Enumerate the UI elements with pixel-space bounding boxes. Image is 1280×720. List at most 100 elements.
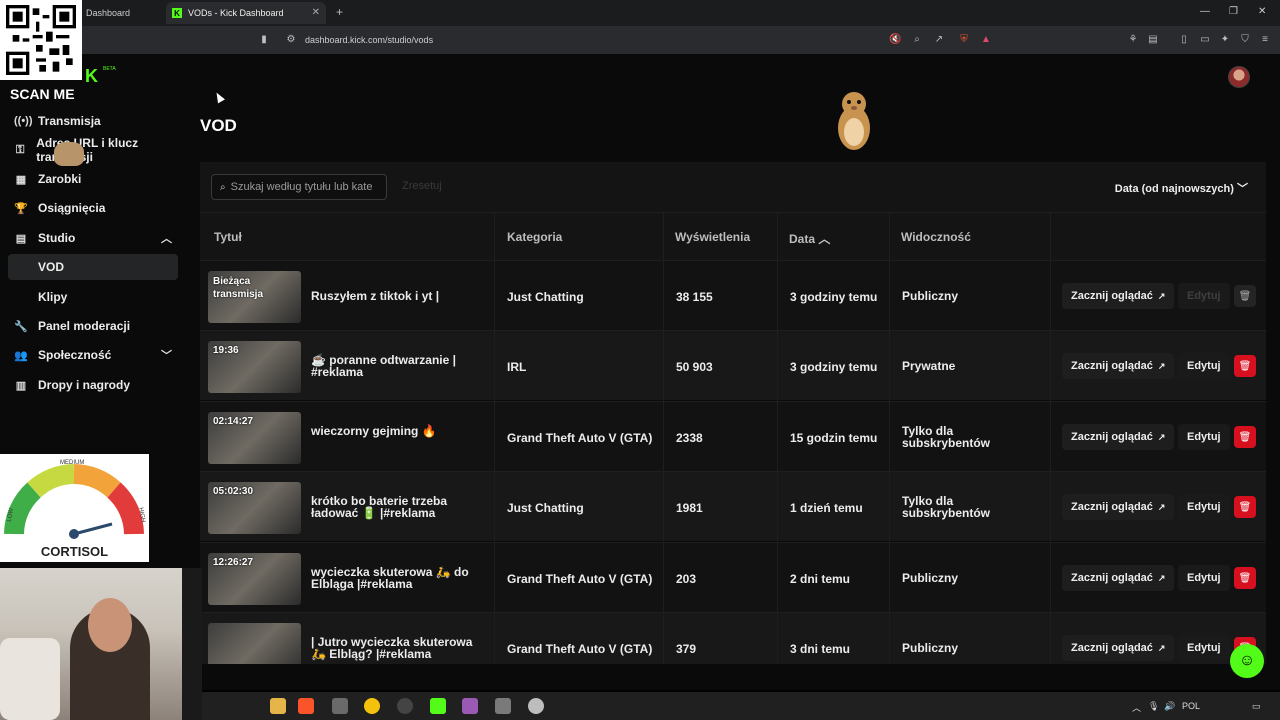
- edit-button[interactable]: Edytuj: [1178, 424, 1230, 450]
- watch-label: Zacznij oglądać: [1071, 360, 1153, 372]
- delete-button[interactable]: 🗑: [1234, 355, 1256, 377]
- wallet-browser-icon[interactable]: ▭: [1199, 34, 1211, 46]
- watch-label: Zacznij oglądać: [1071, 501, 1153, 513]
- tab-vods[interactable]: K VODs - Kick Dashboard ✕: [166, 2, 326, 24]
- header-views[interactable]: Wyświetlenia: [675, 230, 750, 244]
- delete-button[interactable]: 🗑: [1234, 426, 1256, 448]
- vod-thumbnail[interactable]: 05:02:30: [208, 482, 301, 534]
- reset-button[interactable]: Zresetuj: [402, 180, 442, 192]
- table-row: 05:02:30 krótko bo baterie trzeba ładowa…: [200, 471, 1266, 541]
- delete-button[interactable]: 🗑: [1234, 496, 1256, 518]
- watch-label: Zacznij oglądać: [1071, 431, 1153, 443]
- sidebar-item-vod[interactable]: VOD: [8, 254, 178, 280]
- brave-shield-icon[interactable]: ⛨: [958, 34, 970, 46]
- vod-thumbnail[interactable]: 12:26:27: [208, 553, 301, 605]
- webcam-edge: [182, 568, 202, 720]
- external-link-icon: ↗: [1157, 360, 1166, 371]
- vod-category[interactable]: Grand Theft Auto V (GTA): [507, 572, 652, 586]
- watch-button[interactable]: Zacznij oglądać ↗: [1062, 283, 1175, 309]
- vpn-icon[interactable]: ⛉: [1239, 34, 1251, 46]
- tray-chevron-icon[interactable]: ︿: [1132, 701, 1141, 714]
- microphone-icon[interactable]: 🎙: [1148, 701, 1159, 712]
- delete-button[interactable]: 🗑: [1234, 285, 1256, 307]
- app-icon[interactable]: [462, 698, 478, 714]
- sidebar-item-transmisja[interactable]: ((•)) Transmisja: [8, 108, 178, 134]
- chevron-down-icon: ﹀: [1237, 183, 1248, 195]
- edit-button[interactable]: Edytuj: [1178, 635, 1230, 661]
- close-window-icon[interactable]: ✕: [1258, 6, 1266, 17]
- tab-dashboard[interactable]: Dashboard: [80, 2, 165, 24]
- share-icon[interactable]: ↗: [933, 34, 945, 46]
- restore-icon[interactable]: ❐: [1229, 6, 1238, 17]
- watch-button[interactable]: Zacznij oglądać ↗: [1062, 565, 1175, 591]
- vod-thumbnail[interactable]: [208, 623, 301, 664]
- sidebar-item-studio[interactable]: ▤ Studio ︿: [8, 225, 178, 251]
- extensions-icon[interactable]: ⚘: [1127, 34, 1139, 46]
- vod-thumbnail[interactable]: 02:14:27: [208, 412, 301, 464]
- watch-button[interactable]: Zacznij oglądać ↗: [1062, 494, 1175, 520]
- vod-category[interactable]: IRL: [507, 360, 526, 374]
- chat-support-icon[interactable]: ☺: [1230, 644, 1264, 678]
- edit-button[interactable]: Edytuj: [1178, 283, 1230, 309]
- sidebar-item-zarobki[interactable]: ▦ Zarobki: [8, 166, 178, 192]
- app-icon[interactable]: [495, 698, 511, 714]
- live-badge: Bieżąca transmisja: [213, 276, 264, 300]
- app-icon[interactable]: [528, 698, 544, 714]
- trash-icon: 🗑: [1238, 290, 1252, 302]
- sidebar-item-dropy-nagrody[interactable]: ▥ Dropy i nagrody: [8, 372, 178, 398]
- volume-icon[interactable]: 🔊: [1164, 701, 1175, 712]
- header-visibility[interactable]: Widoczność: [901, 230, 971, 244]
- app-icon[interactable]: [332, 698, 348, 714]
- kick-logo[interactable]: K: [85, 66, 98, 87]
- header-date[interactable]: Data ︿: [789, 230, 830, 247]
- sidebar-item-panel-moderacji[interactable]: 🔧 Panel moderacji: [8, 313, 178, 339]
- edit-button[interactable]: Edytuj: [1178, 494, 1230, 520]
- vod-visibility: Publiczny: [902, 641, 959, 655]
- file-explorer-icon[interactable]: [270, 698, 286, 714]
- user-avatar[interactable]: [1228, 66, 1250, 88]
- edit-button[interactable]: Edytuj: [1178, 353, 1230, 379]
- chrome-icon[interactable]: [364, 698, 380, 714]
- sort-dropdown[interactable]: Data (od najnowszych) ﹀: [1115, 180, 1248, 196]
- header-title[interactable]: Tytuł: [214, 230, 242, 244]
- tabs-icon[interactable]: ▤: [1147, 34, 1159, 46]
- site-info-icon[interactable]: ⚙: [285, 34, 297, 46]
- zoom-icon[interactable]: ⌕: [911, 34, 923, 46]
- vod-category[interactable]: Grand Theft Auto V (GTA): [507, 642, 652, 656]
- notification-icon[interactable]: ▭: [1252, 701, 1261, 712]
- table-row: 12:26:27 wycieczka skuterowa 🛵 do Elbląg…: [200, 542, 1266, 612]
- minimize-icon[interactable]: —: [1200, 6, 1210, 17]
- menu-icon[interactable]: ≡: [1259, 34, 1271, 46]
- watch-button[interactable]: Zacznij oglądać ↗: [1062, 353, 1175, 379]
- close-tab-icon[interactable]: ✕: [312, 7, 320, 18]
- vod-category[interactable]: Grand Theft Auto V (GTA): [507, 431, 652, 445]
- vod-views: 38 155: [676, 290, 713, 304]
- vod-category[interactable]: Just Chatting: [507, 501, 584, 515]
- vod-thumbnail[interactable]: 19:36: [208, 341, 301, 393]
- sidebar-item-stream-url-key[interactable]: ⚿ Adres URL i klucz transmisji: [8, 136, 178, 164]
- watch-button[interactable]: Zacznij oglądać ↗: [1062, 424, 1175, 450]
- delete-button[interactable]: 🗑: [1234, 567, 1256, 589]
- new-tab-icon[interactable]: +: [336, 5, 343, 19]
- brave-browser-icon[interactable]: [298, 698, 314, 714]
- header-category[interactable]: Kategoria: [507, 230, 562, 244]
- mute-icon[interactable]: 🔇: [889, 34, 901, 46]
- url-field[interactable]: dashboard.kick.com/studio/vods: [305, 35, 433, 45]
- sidebar-toggle-icon[interactable]: ▯: [1178, 34, 1190, 46]
- sidebar-item-spolecznosc[interactable]: 👥 Społeczność ﹀: [8, 342, 178, 368]
- leo-icon[interactable]: ✦: [1219, 34, 1231, 46]
- search-input[interactable]: ⌕ Szukaj według tytułu lub kate: [211, 174, 387, 200]
- kick-app-icon[interactable]: [430, 698, 446, 714]
- bookmark-icon[interactable]: ▮: [258, 34, 270, 46]
- table-row: 02:14:27 wieczorny gejming 🔥 Grand Theft…: [200, 401, 1266, 471]
- edit-button[interactable]: Edytuj: [1178, 565, 1230, 591]
- obs-icon[interactable]: [397, 698, 413, 714]
- sidebar-item-osiagniecia[interactable]: 🏆 Osiągnięcia: [8, 195, 178, 221]
- vod-thumbnail[interactable]: Bieżąca transmisja: [208, 271, 301, 323]
- language-indicator[interactable]: POL: [1182, 701, 1200, 711]
- watch-button[interactable]: Zacznij oglądać ↗: [1062, 635, 1175, 661]
- webcam-head: [88, 598, 132, 652]
- brave-rewards-icon[interactable]: ▲: [980, 34, 992, 46]
- vod-category[interactable]: Just Chatting: [507, 290, 584, 304]
- sidebar-item-klipy[interactable]: Klipy: [8, 284, 178, 310]
